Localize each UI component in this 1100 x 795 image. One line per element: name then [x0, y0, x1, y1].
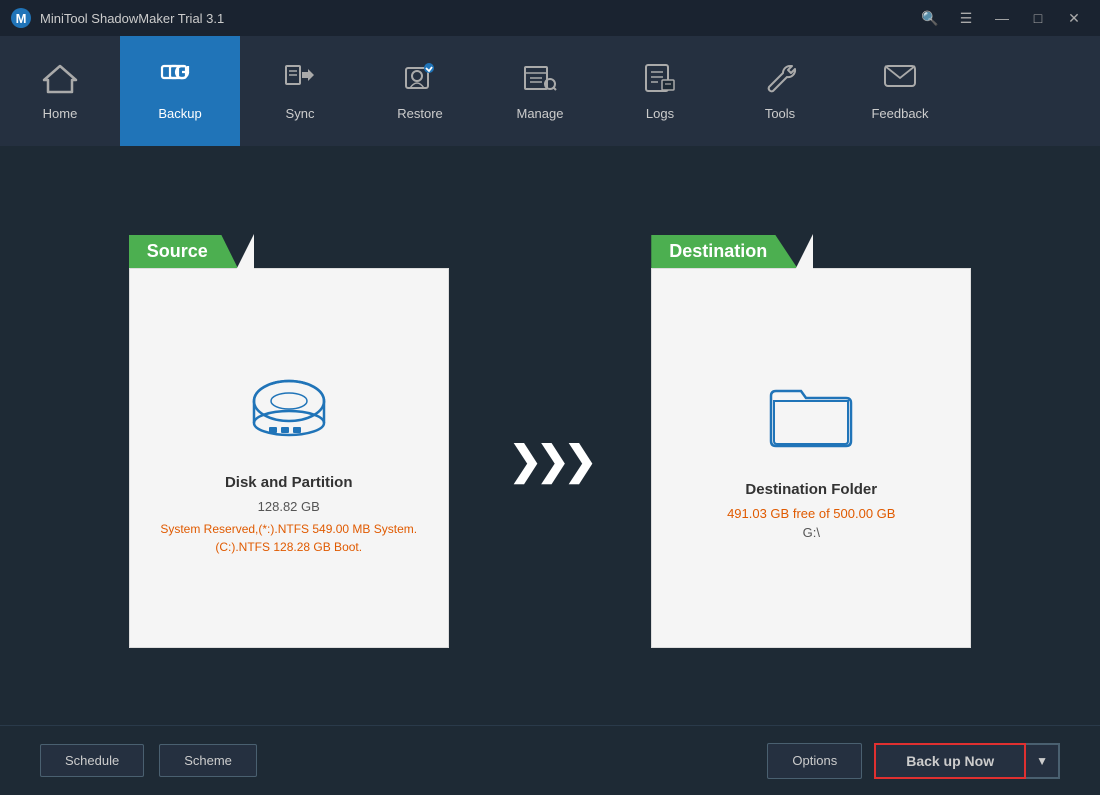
- backup-now-dropdown-button[interactable]: ▼: [1026, 743, 1060, 779]
- backup-icon: [160, 62, 200, 100]
- nav-logs-label: Logs: [646, 106, 674, 121]
- destination-free: 491.03 GB free of 500.00 GB: [727, 506, 895, 521]
- backup-now-group: Back up Now ▼: [874, 743, 1060, 779]
- nav-feedback-label: Feedback: [871, 106, 928, 121]
- feedback-icon: [882, 62, 918, 100]
- backup-now-button[interactable]: Back up Now: [874, 743, 1026, 779]
- title-bar-left: M MiniTool ShadowMaker Trial 3.1: [10, 7, 224, 29]
- tools-icon: [762, 62, 798, 100]
- source-card-header: Source: [129, 234, 256, 270]
- destination-card-wrapper: Destination Destination Folder 491.03 GB…: [651, 234, 971, 648]
- destination-title: Destination Folder: [745, 481, 877, 498]
- source-title: Disk and Partition: [225, 474, 353, 491]
- schedule-button[interactable]: Schedule: [40, 744, 144, 777]
- menu-button[interactable]: ☰: [950, 7, 982, 29]
- close-button[interactable]: ✕: [1058, 7, 1090, 29]
- source-header-triangle: [236, 234, 254, 270]
- minimize-button[interactable]: —: [986, 7, 1018, 29]
- bottom-right-buttons: Options Back up Now ▼: [767, 743, 1060, 779]
- svg-text:M: M: [16, 11, 27, 26]
- source-size: 128.82 GB: [258, 499, 320, 514]
- app-logo-icon: M: [10, 7, 32, 29]
- bottom-bar: Schedule Scheme Options Back up Now ▼: [0, 725, 1100, 795]
- manage-icon: [522, 62, 558, 100]
- destination-card-header: Destination: [651, 234, 815, 270]
- nav-sync-label: Sync: [286, 106, 315, 121]
- home-icon: [42, 62, 78, 100]
- nav-home-label: Home: [43, 106, 78, 121]
- main-content: Source: [0, 146, 1100, 725]
- destination-header-label: Destination: [651, 235, 797, 268]
- nav-home[interactable]: Home: [0, 36, 120, 146]
- source-desc: System Reserved,(*:).NTFS 549.00 MB Syst…: [150, 520, 428, 556]
- source-card[interactable]: Disk and Partition 128.82 GB System Rese…: [129, 268, 449, 648]
- title-bar-controls[interactable]: 🔍 ☰ — □ ✕: [914, 7, 1090, 29]
- destination-card[interactable]: Destination Folder 491.03 GB free of 500…: [651, 268, 971, 648]
- logs-icon: [642, 62, 678, 100]
- folder-icon: [766, 376, 856, 461]
- options-button[interactable]: Options: [767, 743, 862, 779]
- nav-bar: Home Backup Sync: [0, 36, 1100, 146]
- sync-icon: [282, 62, 318, 100]
- nav-backup[interactable]: Backup: [120, 36, 240, 146]
- source-card-wrapper: Source: [129, 234, 449, 648]
- title-bar: M MiniTool ShadowMaker Trial 3.1 🔍 ☰ — □…: [0, 0, 1100, 36]
- maximize-button[interactable]: □: [1022, 7, 1054, 29]
- bottom-left-buttons: Schedule Scheme: [40, 744, 257, 777]
- restore-icon: [402, 62, 438, 100]
- destination-header-triangle: [795, 234, 813, 270]
- nav-sync[interactable]: Sync: [240, 36, 360, 146]
- nav-restore[interactable]: Restore: [360, 36, 480, 146]
- scheme-button[interactable]: Scheme: [159, 744, 257, 777]
- nav-logs[interactable]: Logs: [600, 36, 720, 146]
- nav-backup-label: Backup: [158, 106, 201, 121]
- source-header-label: Source: [129, 235, 238, 268]
- nav-tools-label: Tools: [765, 106, 795, 121]
- nav-manage-label: Manage: [517, 106, 564, 121]
- nav-restore-label: Restore: [397, 106, 443, 121]
- nav-tools[interactable]: Tools: [720, 36, 840, 146]
- nav-feedback[interactable]: Feedback: [840, 36, 960, 146]
- app-title: MiniTool ShadowMaker Trial 3.1: [40, 11, 224, 26]
- destination-path: G:\: [803, 525, 820, 540]
- search-button[interactable]: 🔍: [914, 7, 946, 29]
- direction-arrows: ❯❯❯: [509, 438, 592, 484]
- disk-icon: [239, 359, 339, 454]
- nav-manage[interactable]: Manage: [480, 36, 600, 146]
